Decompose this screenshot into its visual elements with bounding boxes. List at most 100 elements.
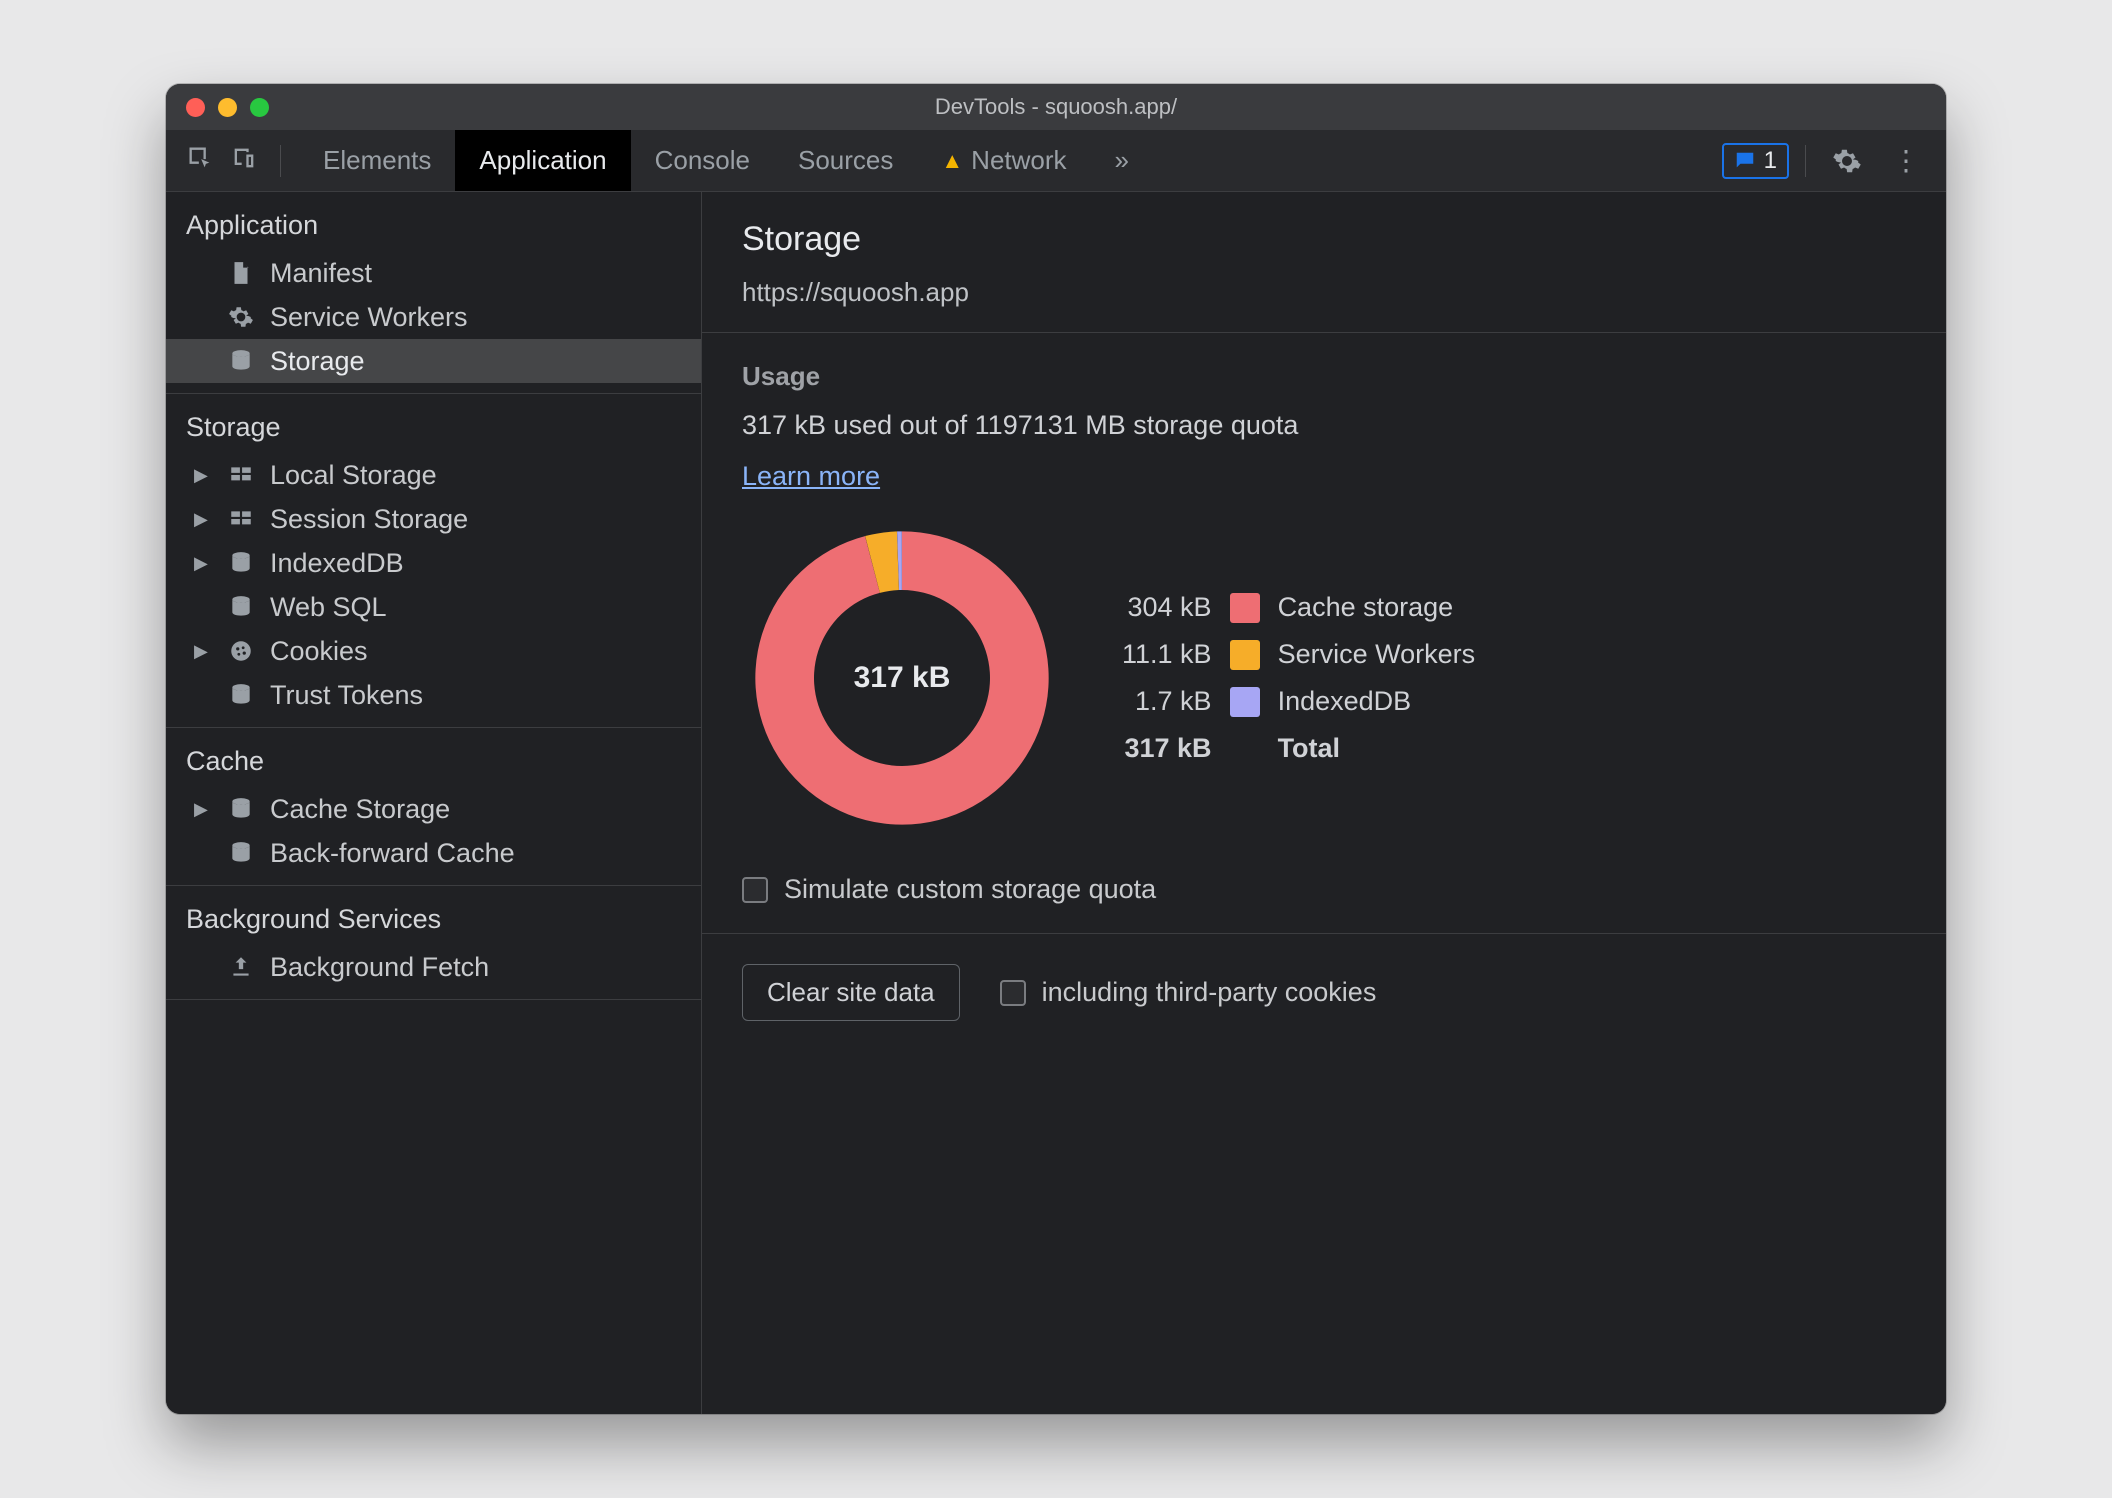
sidebar-item-label: Back-forward Cache bbox=[270, 838, 515, 869]
third-party-checkbox[interactable] bbox=[1000, 980, 1026, 1006]
sidebar-item-label: IndexedDB bbox=[270, 548, 404, 579]
usage-legend: 304 kBCache storage11.1 kBService Worker… bbox=[1122, 592, 1475, 764]
tab-label: Application bbox=[479, 145, 606, 176]
page-title: Storage bbox=[742, 220, 1906, 259]
legend-swatch bbox=[1230, 593, 1260, 623]
tab-application[interactable]: Application bbox=[455, 130, 630, 191]
sidebar-item-trust-tokens[interactable]: ▶Trust Tokens bbox=[166, 673, 701, 717]
main-header: Storage https://squoosh.app bbox=[702, 192, 1946, 333]
toolbar-divider bbox=[280, 145, 281, 177]
tab-sources[interactable]: Sources bbox=[774, 130, 917, 191]
gear-icon bbox=[1832, 146, 1862, 176]
third-party-row: including third-party cookies bbox=[1000, 977, 1377, 1008]
device-toolbar-icon[interactable] bbox=[230, 144, 258, 177]
sidebar-item-session-storage[interactable]: ▶ Session Storage bbox=[166, 497, 701, 541]
sidebar-item-label: Storage bbox=[270, 346, 365, 377]
sidebar-item-label: Session Storage bbox=[270, 504, 468, 535]
toolbar-divider bbox=[1805, 145, 1806, 177]
inspect-element-icon[interactable] bbox=[186, 144, 214, 177]
caret-icon: ▶ bbox=[194, 553, 212, 574]
tab-label: Network bbox=[971, 145, 1066, 176]
window-titlebar: DevTools - squoosh.app/ bbox=[166, 84, 1946, 130]
learn-more-link[interactable]: Learn more bbox=[742, 461, 880, 491]
application-sidebar: Application▶Manifest▶Service Workers▶Sto… bbox=[166, 192, 702, 1414]
sidebar-item-label: Local Storage bbox=[270, 460, 437, 491]
donut-center-label: 317 kB bbox=[742, 518, 1062, 838]
legend-total-value: 317 kB bbox=[1122, 733, 1212, 764]
tab-label: Console bbox=[655, 145, 750, 176]
window-traffic-lights bbox=[186, 98, 269, 117]
database-icon bbox=[226, 592, 256, 622]
grid-icon bbox=[226, 460, 256, 490]
toolbar-right: 1 ⋮ bbox=[1722, 130, 1946, 191]
minimize-window-button[interactable] bbox=[218, 98, 237, 117]
sidebar-item-local-storage[interactable]: ▶ Local Storage bbox=[166, 453, 701, 497]
usage-heading: Usage bbox=[742, 361, 1906, 392]
legend-label: Cache storage bbox=[1278, 592, 1476, 623]
gear-icon bbox=[226, 302, 256, 332]
sidebar-section: Background Services▶Background Fetch bbox=[166, 886, 701, 1000]
third-party-label: including third-party cookies bbox=[1042, 977, 1377, 1008]
grid-icon bbox=[226, 504, 256, 534]
sidebar-item-cache-storage[interactable]: ▶ Cache Storage bbox=[166, 787, 701, 831]
clear-site-data-button[interactable]: Clear site data bbox=[742, 964, 960, 1021]
origin-url: https://squoosh.app bbox=[742, 277, 1906, 308]
sidebar-section-title: Cache bbox=[166, 728, 701, 787]
legend-label: Service Workers bbox=[1278, 639, 1476, 670]
tab-label: Elements bbox=[323, 145, 431, 176]
tab-console[interactable]: Console bbox=[631, 130, 774, 191]
warning-icon: ▲ bbox=[941, 148, 963, 174]
tab-network[interactable]: ▲ Network bbox=[917, 130, 1090, 191]
simulate-quota-row: Simulate custom storage quota bbox=[742, 874, 1906, 905]
sidebar-section-title: Storage bbox=[166, 394, 701, 453]
legend-swatch bbox=[1230, 640, 1260, 670]
legend-total-label: Total bbox=[1278, 733, 1476, 764]
sidebar-item-background-fetch[interactable]: ▶Background Fetch bbox=[166, 945, 701, 989]
panel-tabs: Elements Application Console Sources ▲ Networ… bbox=[299, 130, 1091, 191]
sidebar-item-label: Service Workers bbox=[270, 302, 468, 333]
sidebar-item-back-forward-cache[interactable]: ▶Back-forward Cache bbox=[166, 831, 701, 875]
simulate-quota-checkbox[interactable] bbox=[742, 877, 768, 903]
zoom-window-button[interactable] bbox=[250, 98, 269, 117]
simulate-quota-label: Simulate custom storage quota bbox=[784, 874, 1156, 905]
legend-swatch bbox=[1230, 687, 1260, 717]
devtools-toolbar: Elements Application Console Sources ▲ Networ… bbox=[166, 130, 1946, 192]
issues-count: 1 bbox=[1764, 147, 1777, 175]
tab-label: Sources bbox=[798, 145, 893, 176]
sidebar-item-web-sql[interactable]: ▶Web SQL bbox=[166, 585, 701, 629]
sidebar-item-service-workers[interactable]: ▶Service Workers bbox=[166, 295, 701, 339]
more-menu-button[interactable]: ⋮ bbox=[1882, 144, 1932, 177]
actions-row: Clear site data including third-party co… bbox=[702, 934, 1946, 1051]
toolbar-left-icons bbox=[166, 130, 299, 191]
sidebar-item-label: Cache Storage bbox=[270, 794, 450, 825]
issues-badge[interactable]: 1 bbox=[1722, 143, 1789, 179]
tab-elements[interactable]: Elements bbox=[299, 130, 455, 191]
caret-icon: ▶ bbox=[194, 465, 212, 486]
sidebar-section-title: Background Services bbox=[166, 886, 701, 945]
sidebar-item-manifest[interactable]: ▶Manifest bbox=[166, 251, 701, 295]
sidebar-section: Storage ▶ Local Storage ▶ Session Storage ▶ In… bbox=[166, 394, 701, 728]
sidebar-section-title: Application bbox=[166, 192, 701, 251]
database-icon bbox=[226, 680, 256, 710]
close-window-button[interactable] bbox=[186, 98, 205, 117]
caret-icon: ▶ bbox=[194, 509, 212, 530]
sidebar-item-indexeddb[interactable]: ▶ IndexedDB bbox=[166, 541, 701, 585]
window-title: DevTools - squoosh.app/ bbox=[166, 94, 1946, 120]
usage-chart-row: 317 kB 304 kBCache storage11.1 kBService… bbox=[742, 518, 1906, 838]
devtools-window: DevTools - squoosh.app/ Elements Applicat… bbox=[166, 84, 1946, 1414]
settings-button[interactable] bbox=[1822, 146, 1872, 176]
sidebar-item-label: Background Fetch bbox=[270, 952, 489, 983]
content-area: Application▶Manifest▶Service Workers▶Sto… bbox=[166, 192, 1946, 1414]
chevron-right-icon: » bbox=[1115, 145, 1129, 176]
chat-icon bbox=[1734, 150, 1756, 172]
tabs-overflow-button[interactable]: » bbox=[1091, 130, 1153, 191]
caret-icon: ▶ bbox=[194, 641, 212, 662]
database-icon bbox=[226, 548, 256, 578]
sidebar-item-storage[interactable]: ▶Storage bbox=[166, 339, 701, 383]
legend-value: 1.7 kB bbox=[1122, 686, 1212, 717]
database-icon bbox=[226, 838, 256, 868]
caret-icon: ▶ bbox=[194, 799, 212, 820]
database-icon bbox=[226, 794, 256, 824]
main-panel: Storage https://squoosh.app Usage 317 kB… bbox=[702, 192, 1946, 1414]
sidebar-item-cookies[interactable]: ▶Cookies bbox=[166, 629, 701, 673]
